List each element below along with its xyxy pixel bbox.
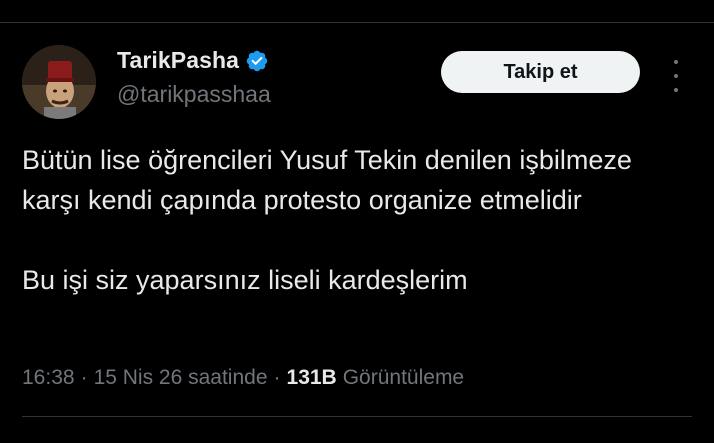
meta-separator: · [80,366,88,389]
meta-separator: · [273,366,281,389]
more-dot [674,60,678,64]
more-dot [674,88,678,92]
tweet-date[interactable]: 15 Nis 26 saatinde [94,366,268,390]
tweet-paragraph: Bu işi siz yaparsınız liseli kardeşlerim [22,265,468,295]
more-vertical-icon[interactable] [668,60,684,92]
follow-button[interactable]: Takip et [441,51,640,93]
top-divider [0,22,714,23]
author-handle[interactable]: @tarikpasshaa [117,81,271,108]
avatar-image [22,45,96,119]
verified-badge-icon [245,49,269,73]
author-name-row: TarikPasha [117,47,269,74]
tweet-paragraph: Bütün lise öğrencileri Yusuf Tekin denil… [22,145,632,215]
author-display-name[interactable]: TarikPasha [117,47,239,74]
more-dot [674,74,678,78]
views-count[interactable]: 131B [287,366,337,390]
avatar[interactable] [22,45,96,119]
bottom-divider [22,416,692,417]
tweet-meta: 16:38 · 15 Nis 26 saatinde · 131B Görünt… [22,366,464,390]
views-label: Görüntüleme [342,366,465,389]
tweet-time[interactable]: 16:38 [22,366,75,390]
tweet-text: Bütün lise öğrencileri Yusuf Tekin denil… [22,140,692,300]
